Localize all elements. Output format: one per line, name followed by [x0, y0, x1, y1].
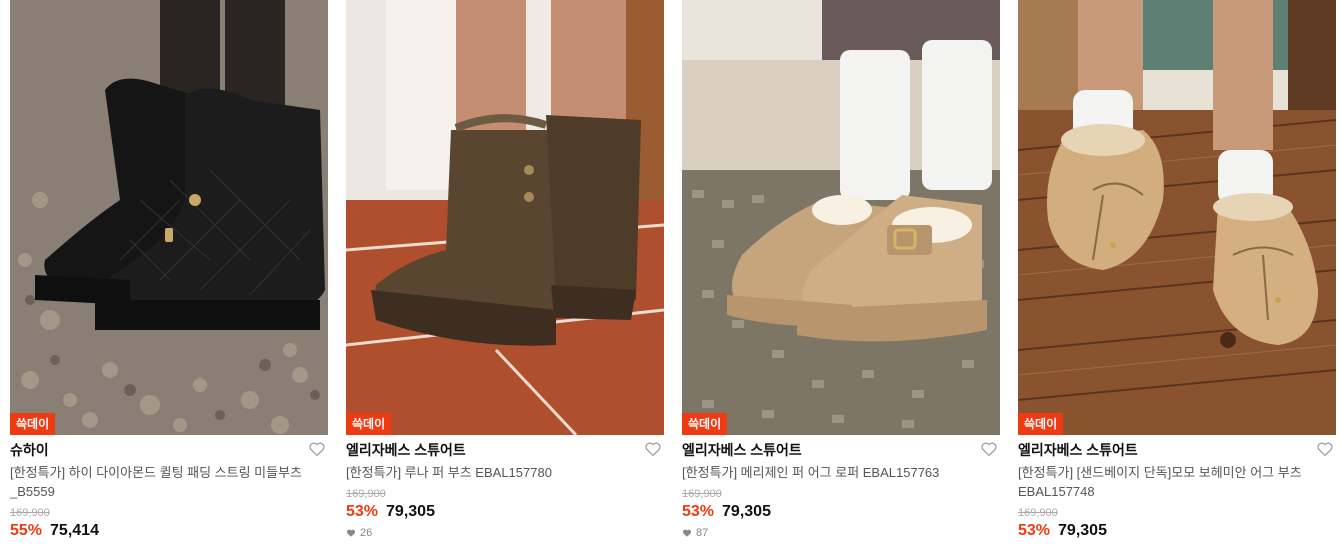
- price-row: 53% 79,305: [1018, 522, 1336, 540]
- heart-filled-icon: [346, 529, 356, 537]
- brand-name[interactable]: 슈하이: [10, 440, 49, 460]
- wishlist-heart-icon[interactable]: [644, 440, 662, 458]
- likes-count: 87: [682, 527, 1000, 539]
- product-photo: [1018, 0, 1336, 435]
- product-image[interactable]: 쓱데이: [10, 0, 328, 435]
- product-card[interactable]: 쓱데이 엘리자베스 스튜어트 [한정특가] [샌드베이지 단독]모모 보헤미안 …: [1018, 0, 1336, 540]
- original-price: 169,900: [10, 507, 50, 519]
- price-row: 55% 75,414: [10, 522, 328, 540]
- sale-price: 79,305: [1058, 522, 1107, 539]
- product-name[interactable]: [한정특가] [샌드베이지 단독]모모 보헤미안 어그 부츠 EBAL15774…: [1018, 463, 1323, 501]
- original-price: 169,900: [1018, 507, 1058, 519]
- product-name[interactable]: [한정특가] 하이 다이아몬드 퀼팅 패딩 스트링 미들부츠_B5559: [10, 463, 315, 501]
- brand-row: 엘리자베스 스튜어트: [682, 435, 1000, 461]
- sale-price: 75,414: [50, 522, 99, 539]
- price-row: 53% 79,305: [682, 503, 1000, 521]
- product-card[interactable]: 쓱데이 엘리자베스 스튜어트 [한정특가] 메리제인 퍼 어그 로퍼 EBAL1…: [682, 0, 1000, 539]
- promo-badge: 쓱데이: [1018, 413, 1064, 435]
- heart-filled-icon: [682, 529, 692, 537]
- sale-price: 79,305: [386, 503, 435, 520]
- discount-rate: 53%: [682, 503, 715, 520]
- wishlist-heart-icon[interactable]: [308, 440, 326, 458]
- original-price: 169,900: [682, 488, 722, 500]
- product-card[interactable]: 쓱데이 엘리자베스 스튜어트 [한정특가] 루나 퍼 부츠 EBAL157780…: [346, 0, 664, 539]
- product-name[interactable]: [한정특가] 루나 퍼 부츠 EBAL157780: [346, 463, 651, 482]
- price-row: 53% 79,305: [346, 503, 664, 521]
- discount-rate: 55%: [10, 522, 43, 539]
- brand-name[interactable]: 엘리자베스 스튜어트: [1018, 440, 1138, 460]
- brand-name[interactable]: 엘리자베스 스튜어트: [682, 440, 802, 460]
- product-image[interactable]: 쓱데이: [1018, 0, 1336, 435]
- likes-number: 26: [360, 527, 373, 539]
- promo-badge: 쓱데이: [682, 413, 728, 435]
- wishlist-heart-icon[interactable]: [980, 440, 998, 458]
- product-image[interactable]: 쓱데이: [346, 0, 664, 435]
- promo-badge: 쓱데이: [10, 413, 56, 435]
- discount-rate: 53%: [1018, 522, 1051, 539]
- product-name[interactable]: [한정특가] 메리제인 퍼 어그 로퍼 EBAL157763: [682, 463, 987, 482]
- likes-number: 87: [696, 527, 709, 539]
- brand-row: 슈하이: [10, 435, 328, 461]
- brand-row: 엘리자베스 스튜어트: [1018, 435, 1336, 461]
- brand-row: 엘리자베스 스튜어트: [346, 435, 664, 461]
- wishlist-heart-icon[interactable]: [1316, 440, 1334, 458]
- product-card[interactable]: 쓱데이 슈하이 [한정특가] 하이 다이아몬드 퀼팅 패딩 스트링 미들부츠_B…: [10, 0, 328, 540]
- likes-count: 26: [346, 527, 664, 539]
- discount-rate: 53%: [346, 503, 379, 520]
- product-image[interactable]: 쓱데이: [682, 0, 1000, 435]
- promo-badge: 쓱데이: [346, 413, 392, 435]
- product-photo: [10, 0, 328, 435]
- product-grid: 쓱데이 슈하이 [한정특가] 하이 다이아몬드 퀼팅 패딩 스트링 미들부츠_B…: [0, 0, 1341, 548]
- original-price: 169,900: [346, 488, 386, 500]
- brand-name[interactable]: 엘리자베스 스튜어트: [346, 440, 466, 460]
- product-photo: [682, 0, 1000, 435]
- product-photo: [346, 0, 664, 435]
- sale-price: 79,305: [722, 503, 771, 520]
